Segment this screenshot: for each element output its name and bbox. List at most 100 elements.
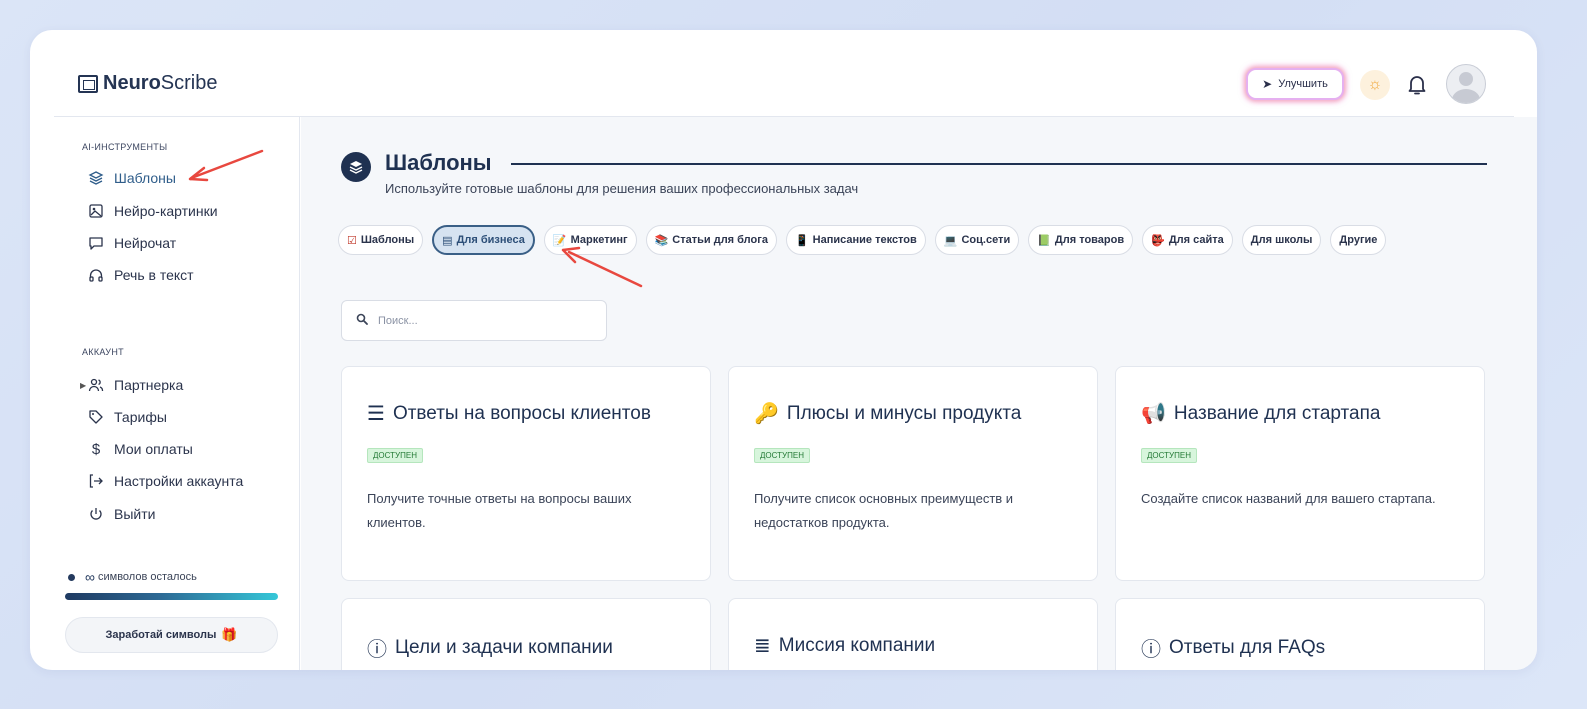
template-card[interactable]: 🔑 Плюсы и минусы продукта ДОСТУПЕН Получ…	[728, 366, 1098, 581]
search-input[interactable]: Поиск...	[341, 300, 607, 341]
chat-icon	[88, 235, 104, 251]
section-title-account: АККАУНТ	[82, 347, 124, 357]
card-title-text: Плюсы и минусы продукта	[786, 402, 1022, 424]
sidebar-item-label: Мои оплаты	[114, 441, 193, 457]
green-book-icon: 📗	[1037, 234, 1051, 247]
chip-label: Другие	[1339, 234, 1378, 246]
bell-icon	[1408, 76, 1426, 95]
card-description: Создайте список названий для вашего стар…	[1141, 491, 1436, 506]
chip-label: Для школы	[1250, 234, 1313, 246]
key-icon: 🔑	[754, 403, 779, 425]
search-placeholder: Поиск...	[378, 314, 418, 327]
chip-website[interactable]: 👺 Для сайта	[1142, 225, 1233, 255]
main-content: Шаблоны Используйте готовые шаблоны для …	[301, 117, 1537, 670]
sidebar-item-neuro-images[interactable]: Нейро-картинки	[88, 201, 218, 221]
sidebar-item-payments[interactable]: $ Мои оплаты	[88, 439, 193, 459]
card-title-text: Ответы для FAQs	[1169, 636, 1326, 658]
sun-icon: ☼	[1367, 76, 1383, 93]
sidebar-item-templates[interactable]: Шаблоны	[88, 168, 176, 188]
sidebar-item-label: Нейро-картинки	[114, 203, 218, 219]
quota-progress-bar	[65, 593, 278, 600]
status-badge: ДОСТУПЕН	[367, 448, 423, 463]
sidebar-item-label: Речь в текст	[114, 267, 194, 283]
chip-products[interactable]: 📗 Для товаров	[1028, 225, 1134, 255]
title-divider	[511, 163, 1487, 165]
chip-label: Для бизнеса	[456, 234, 525, 246]
template-card[interactable]: ☰ Ответы на вопросы клиентов ДОСТУПЕН По…	[341, 366, 711, 581]
chip-for-business[interactable]: ▤ Для бизнеса	[432, 225, 535, 255]
symbols-remaining: ∞ символов осталось	[68, 569, 197, 585]
logo-icon	[78, 74, 98, 93]
sidebar: AI-ИНСТРУМЕНТЫ Шаблоны Нейро-картинки Не…	[54, 117, 300, 670]
logo[interactable]: Neuro Scribe	[78, 72, 218, 95]
annotation-arrow-icon	[188, 149, 264, 182]
layers-icon	[341, 152, 371, 182]
theme-toggle-button[interactable]: ☼	[1360, 70, 1390, 100]
status-dot	[68, 573, 75, 581]
section-title-tools: AI-ИНСТРУМЕНТЫ	[82, 142, 168, 152]
document-icon: ▤	[442, 234, 453, 247]
chip-templates[interactable]: ☑ Шаблоны	[338, 225, 424, 255]
infinity-value: ∞	[85, 569, 95, 585]
chip-school[interactable]: Для школы	[1241, 225, 1322, 255]
dollar-icon: $	[91, 440, 101, 458]
layers-icon	[88, 170, 104, 186]
notifications-button[interactable]	[1408, 74, 1426, 96]
chip-blog-articles[interactable]: 📚 Статьи для блога	[645, 225, 777, 255]
laptop-icon: 💻	[943, 234, 958, 247]
avatar[interactable]	[1446, 64, 1486, 104]
login-icon	[88, 473, 104, 489]
sidebar-item-label: Нейрочат	[114, 235, 177, 251]
chip-label: Соц.сети	[961, 234, 1011, 246]
sidebar-item-label: Партнерка	[114, 377, 184, 393]
headphones-icon	[88, 267, 104, 283]
earn-symbols-button[interactable]: Заработай символы 🎁	[65, 617, 278, 653]
card-title-text: Название для стартапа	[1173, 402, 1381, 424]
info-icon: ⓘ	[367, 639, 387, 661]
chip-text-writing[interactable]: 📱 Написание текстов	[785, 225, 926, 255]
card-title: 📢 Название для стартапа	[1141, 401, 1380, 426]
card-title: ≣ Миссия компании	[754, 633, 935, 658]
template-card[interactable]: ⓘ Цели и задачи компании	[341, 598, 711, 670]
logo-bold: Neuro	[103, 72, 161, 94]
page-title: Шаблоны	[385, 150, 492, 175]
template-card[interactable]: ⓘ Ответы для FAQs	[1115, 598, 1485, 670]
template-card[interactable]: 📢 Название для стартапа ДОСТУПЕН Создайт…	[1115, 366, 1485, 581]
sidebar-item-partner[interactable]: Партнерка	[88, 375, 183, 395]
card-title-text: Миссия компании	[778, 634, 936, 656]
upgrade-button[interactable]: ➤ Улучшить	[1246, 68, 1344, 100]
sidebar-item-label: Тарифы	[114, 409, 167, 425]
chip-label: Для сайта	[1168, 234, 1224, 246]
annotation-arrow-icon	[561, 246, 643, 288]
category-filter-bar: ☑ Шаблоны ▤ Для бизнеса 📝 Маркетинг 📚 Статьи…	[338, 225, 1387, 255]
sidebar-item-tariffs[interactable]: Тарифы	[88, 407, 167, 427]
lines-icon: ≣	[754, 635, 771, 657]
logo-rest: Scribe	[160, 72, 218, 94]
chip-label: Шаблоны	[360, 234, 415, 246]
sidebar-item-label: Настройки аккаунта	[114, 473, 244, 489]
sidebar-item-speech-to-text[interactable]: Речь в текст	[88, 265, 194, 285]
card-title: ⓘ Ответы для FAQs	[1141, 633, 1325, 662]
chip-other[interactable]: Другие	[1330, 225, 1387, 255]
card-title: 🔑 Плюсы и минусы продукта	[754, 401, 1021, 426]
app-window: Neuro Scribe ➤ Улучшить ☼ AI-ИНСТРУМЕНТЫ …	[30, 30, 1537, 670]
chip-social[interactable]: 💻 Соц.сети	[934, 225, 1020, 255]
upgrade-label: Улучшить	[1278, 78, 1328, 90]
caret-right-icon[interactable]: ▶	[80, 381, 86, 390]
sidebar-item-logout[interactable]: Выйти	[88, 504, 155, 524]
phone-icon: 📱	[794, 234, 809, 247]
books-icon: 📚	[654, 234, 669, 247]
earn-label: Заработай символы	[105, 629, 217, 641]
template-card[interactable]: ≣ Миссия компании	[728, 598, 1098, 670]
status-badge: ДОСТУПЕН	[1141, 448, 1197, 463]
megaphone-icon: 📢	[1141, 403, 1166, 425]
users-icon	[88, 377, 104, 393]
quota-label: символов осталось	[97, 571, 197, 583]
list-icon: ☰	[367, 403, 385, 425]
sidebar-item-label: Выйти	[114, 506, 156, 522]
gift-icon: 🎁	[221, 627, 238, 642]
status-badge: ДОСТУПЕН	[754, 448, 810, 463]
sidebar-item-account-settings[interactable]: Настройки аккаунта	[88, 471, 243, 491]
sidebar-item-neurochat[interactable]: Нейрочат	[88, 233, 176, 253]
card-title: ☰ Ответы на вопросы клиентов	[367, 401, 651, 426]
